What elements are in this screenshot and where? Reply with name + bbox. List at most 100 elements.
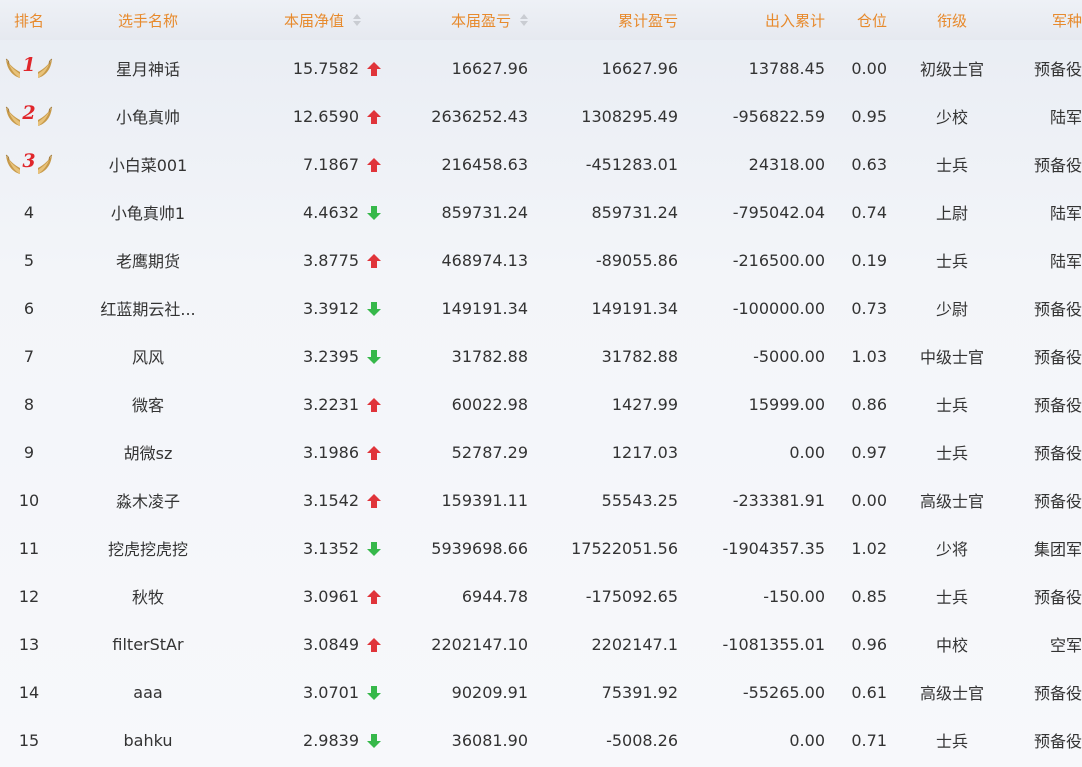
- player-name[interactable]: 秋牧: [58, 584, 238, 608]
- table-row[interactable]: 9 胡微sz 3.1986 52787.29 1217.03 0.00 0.97…: [0, 428, 1082, 476]
- player-name[interactable]: aaa: [58, 683, 238, 702]
- player-name[interactable]: 淼木凌子: [58, 488, 238, 512]
- ranking-table: 排名 选手名称 本届净值 本届盈亏 累计盈亏 出入累计 仓位 衔级 军种 1 星…: [0, 0, 1082, 767]
- arrow-down-icon: [366, 734, 381, 748]
- col-net-value-label: 本届净值: [283, 11, 344, 30]
- profit-value: 216458.63: [441, 154, 528, 174]
- cumulative-value: 17522051.56: [571, 538, 678, 558]
- col-profit-header[interactable]: 本届盈亏: [386, 10, 528, 31]
- title-value: 上尉: [935, 204, 968, 223]
- arrow-up-icon: [366, 590, 381, 604]
- table-row[interactable]: 8 微客 3.2231 60022.98 1427.99 15999.00 0.…: [0, 380, 1082, 428]
- player-name[interactable]: 星月神话: [58, 56, 238, 80]
- flow-value: -795042.04: [732, 202, 825, 222]
- net-value: 3.1542: [303, 490, 359, 510]
- title-value: 士兵: [935, 444, 968, 463]
- rank-cell: 6: [0, 299, 58, 318]
- player-name[interactable]: 微客: [58, 392, 238, 416]
- position-value: 0.00: [851, 58, 887, 78]
- net-value: 4.4632: [303, 202, 359, 222]
- table-row[interactable]: 10 淼木凌子 3.1542 159391.11 55543.25 -23338…: [0, 476, 1082, 524]
- arrow-down-icon: [366, 206, 381, 220]
- profit-value: 16627.96: [451, 58, 528, 78]
- profit-value: 2636252.43: [431, 106, 528, 126]
- cumulative-value: 1427.99: [611, 394, 678, 414]
- profit-value: 36081.90: [451, 730, 528, 750]
- title-value: 少将: [935, 540, 968, 559]
- flow-value: -956822.59: [732, 106, 825, 126]
- rank-number: 15: [18, 730, 40, 750]
- player-name[interactable]: 风风: [58, 344, 238, 368]
- army-value: 陆军: [1049, 108, 1082, 127]
- army-value: 陆军: [1049, 252, 1082, 271]
- cumulative-value: 149191.34: [591, 298, 678, 318]
- table-header: 排名 选手名称 本届净值 本届盈亏 累计盈亏 出入累计 仓位 衔级 军种: [0, 0, 1082, 40]
- table-row[interactable]: 14 aaa 3.0701 90209.91 75391.92 -55265.0…: [0, 668, 1082, 716]
- rank-number: 5: [23, 250, 35, 270]
- flow-value: 15999.00: [748, 394, 825, 414]
- col-net-value-header[interactable]: 本届净值: [238, 10, 361, 31]
- net-value: 3.8775: [303, 250, 359, 270]
- army-value: 预备役: [1033, 300, 1082, 319]
- title-value: 高级士官: [919, 492, 984, 511]
- title-value: 士兵: [935, 396, 968, 415]
- cumulative-value: 55543.25: [601, 490, 678, 510]
- net-value: 3.1352: [303, 538, 359, 558]
- player-name[interactable]: 红蓝期云社...: [58, 296, 238, 320]
- table-row[interactable]: 7 风风 3.2395 31782.88 31782.88 -5000.00 1…: [0, 332, 1082, 380]
- cumulative-value: 1217.03: [611, 442, 678, 462]
- net-value: 12.6590: [292, 106, 359, 126]
- rank-cell: 5: [0, 251, 58, 270]
- flow-value: 0.00: [789, 730, 825, 750]
- net-value: 3.0701: [303, 682, 359, 702]
- sort-icon[interactable]: [520, 14, 528, 26]
- arrow-down-icon: [366, 350, 381, 364]
- arrow-up-icon: [366, 638, 381, 652]
- rank-number: 10: [18, 490, 40, 510]
- table-row[interactable]: 1 星月神话 15.7582 16627.96 16627.96 13788.4…: [0, 44, 1082, 92]
- player-name[interactable]: bahku: [58, 731, 238, 750]
- arrow-down-icon: [366, 686, 381, 700]
- col-rank-header: 排名: [13, 11, 44, 30]
- rank-medal: 2: [3, 101, 55, 131]
- player-name[interactable]: 小龟真帅: [58, 104, 238, 128]
- position-value: 0.97: [851, 442, 887, 462]
- flow-value: -55265.00: [742, 682, 825, 702]
- table-row[interactable]: 13 filterStAr 3.0849 2202147.10 2202147.…: [0, 620, 1082, 668]
- rank-cell: 13: [0, 635, 58, 654]
- profit-value: 6944.78: [461, 586, 528, 606]
- rank-number: 6: [23, 298, 35, 318]
- army-value: 预备役: [1033, 588, 1082, 607]
- net-value: 2.9839: [303, 730, 359, 750]
- laurel-wing-icon: [37, 58, 52, 78]
- table-row[interactable]: 11 挖虎挖虎挖 3.1352 5939698.66 17522051.56 -…: [0, 524, 1082, 572]
- player-name[interactable]: 小龟真帅1: [58, 200, 238, 224]
- player-name[interactable]: 胡微sz: [58, 440, 238, 464]
- table-row[interactable]: 6 红蓝期云社... 3.3912 149191.34 149191.34 -1…: [0, 284, 1082, 332]
- rank-number: 8: [23, 394, 35, 414]
- flow-value: -100000.00: [732, 298, 825, 318]
- rank-number: 13: [18, 634, 40, 654]
- player-name[interactable]: filterStAr: [58, 635, 238, 654]
- position-value: 0.85: [851, 586, 887, 606]
- army-value: 陆军: [1049, 204, 1082, 223]
- table-row[interactable]: 5 老鹰期货 3.8775 468974.13 -89055.86 -21650…: [0, 236, 1082, 284]
- player-name[interactable]: 小白菜001: [58, 152, 238, 176]
- net-value: 3.3912: [303, 298, 359, 318]
- table-row[interactable]: 2 小龟真帅 12.6590 2636252.43 1308295.49 -95…: [0, 92, 1082, 140]
- rank-medal: 3: [3, 149, 55, 179]
- player-name[interactable]: 老鹰期货: [58, 248, 238, 272]
- title-value: 士兵: [935, 588, 968, 607]
- position-value: 0.86: [851, 394, 887, 414]
- cumulative-value: -451283.01: [585, 154, 678, 174]
- table-body: 1 星月神话 15.7582 16627.96 16627.96 13788.4…: [0, 44, 1082, 764]
- table-row[interactable]: 3 小白菜001 7.1867 216458.63 -451283.01 243…: [0, 140, 1082, 188]
- title-value: 高级士官: [919, 684, 984, 703]
- table-row[interactable]: 4 小龟真帅1 4.4632 859731.24 859731.24 -7950…: [0, 188, 1082, 236]
- player-name[interactable]: 挖虎挖虎挖: [58, 536, 238, 560]
- table-row[interactable]: 15 bahku 2.9839 36081.90 -5008.26 0.00 0…: [0, 716, 1082, 764]
- table-row[interactable]: 12 秋牧 3.0961 6944.78 -175092.65 -150.00 …: [0, 572, 1082, 620]
- arrow-down-icon: [366, 542, 381, 556]
- net-value: 3.0961: [303, 586, 359, 606]
- sort-icon[interactable]: [353, 14, 361, 26]
